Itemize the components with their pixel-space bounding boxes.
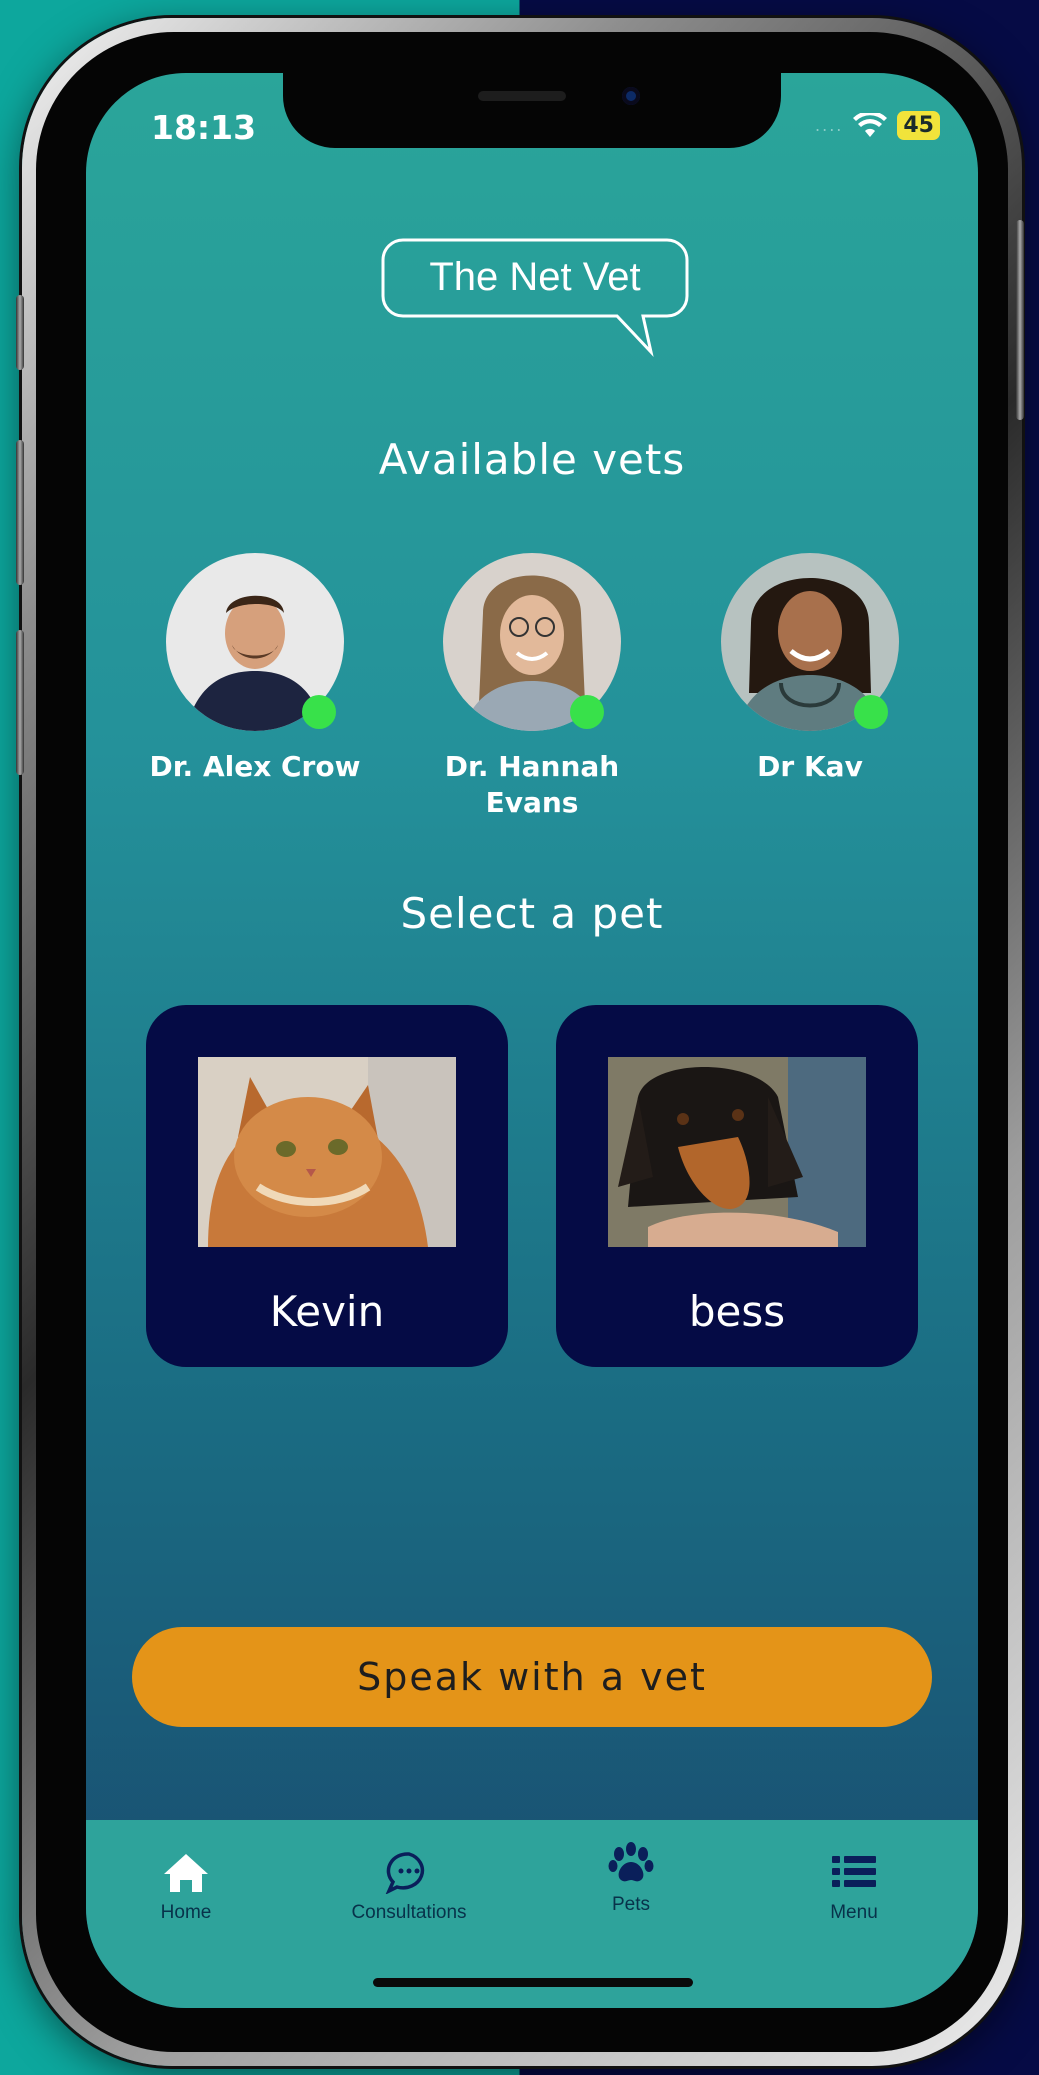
side-button xyxy=(16,630,24,775)
tab-label: Home xyxy=(160,1902,212,1923)
tab-label: Consultations xyxy=(351,1902,467,1923)
tab-label: Pets xyxy=(611,1894,651,1915)
chat-icon xyxy=(385,1852,425,1894)
tab-menu[interactable]: Menu xyxy=(754,1850,954,1924)
notch xyxy=(283,73,781,148)
tab-pets[interactable]: Pets xyxy=(531,1842,731,1916)
available-vets-title: Available vets xyxy=(378,435,686,484)
app-screen: 18:13 .... 45 The Net Vet Available vets xyxy=(86,73,978,2008)
pet-photo xyxy=(608,1057,866,1247)
pet-photo xyxy=(198,1057,456,1247)
select-pet-title: Select a pet xyxy=(400,889,664,938)
tab-consultations[interactable]: Consultations xyxy=(309,1850,509,1924)
vet-name: Dr. Hannah Evans xyxy=(444,750,620,819)
side-button xyxy=(16,295,24,370)
pet-name: Kevin xyxy=(269,1287,385,1336)
list-icon xyxy=(832,1856,876,1887)
side-button xyxy=(16,440,24,585)
speak-with-vet-button[interactable]: Speak with a vet xyxy=(132,1627,932,1727)
online-indicator xyxy=(854,695,888,729)
status-icons: .... 45 xyxy=(815,111,940,140)
cat-photo xyxy=(198,1057,456,1247)
battery-icon: 45 xyxy=(897,111,940,140)
pet-name: bess xyxy=(688,1287,786,1336)
online-indicator xyxy=(570,695,604,729)
side-button xyxy=(1016,220,1024,420)
vet-card[interactable]: Dr. Hannah Evans xyxy=(422,553,642,821)
wifi-icon xyxy=(853,112,888,137)
signal-icon: .... xyxy=(815,116,844,135)
paw-icon xyxy=(608,1842,654,1882)
pet-card-bess[interactable]: bess xyxy=(556,1005,918,1367)
status-time: 18:13 xyxy=(151,108,257,147)
vet-card[interactable]: Dr. Alex Crow xyxy=(145,553,365,785)
speaker xyxy=(478,91,566,101)
online-indicator xyxy=(302,695,336,729)
pet-card-kevin[interactable]: Kevin xyxy=(146,1005,508,1367)
tab-label: Menu xyxy=(830,1902,878,1923)
tab-home[interactable]: Home xyxy=(86,1850,286,1924)
vet-name: Dr Kav xyxy=(757,750,863,783)
app-logo: The Net Vet xyxy=(381,238,701,368)
vet-name: Dr. Alex Crow xyxy=(149,750,361,783)
front-camera xyxy=(622,87,640,105)
home-indicator[interactable] xyxy=(373,1978,693,1987)
home-icon xyxy=(164,1854,208,1892)
logo-text: The Net Vet xyxy=(429,255,641,299)
vet-card[interactable]: Dr Kav xyxy=(700,553,920,785)
dog-photo xyxy=(608,1057,866,1247)
